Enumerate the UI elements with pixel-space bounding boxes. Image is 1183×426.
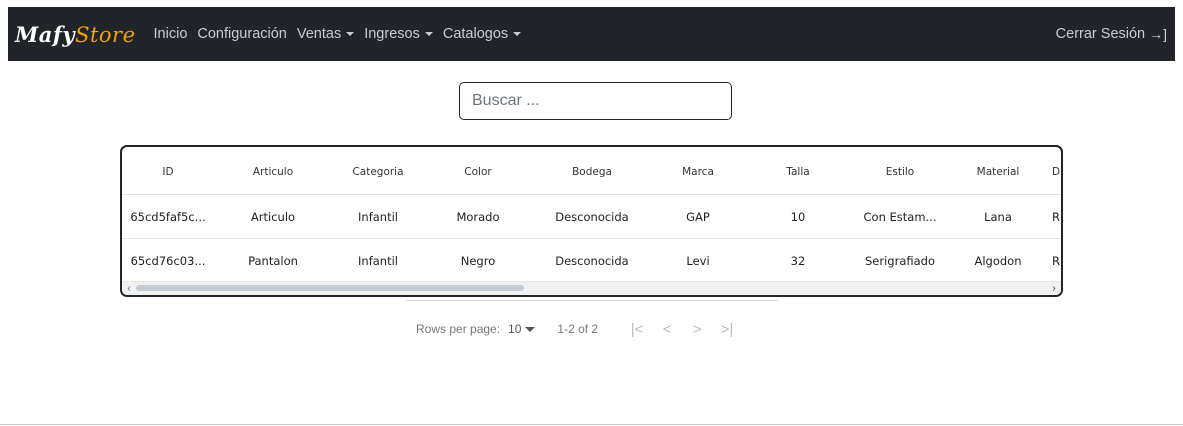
cell-talla: 10 xyxy=(790,209,806,224)
brand-name-part1: Mafy xyxy=(15,21,76,47)
products-table: ID Articulo Categoria Color Bodega Marca… xyxy=(120,145,1063,297)
cell-estilo: Con Estam... xyxy=(863,209,937,224)
pagination: Rows per page: 10 1-2 of 2 |< < > >| xyxy=(416,319,742,339)
nav-catalogos-label: Catalogos xyxy=(442,26,509,42)
cell-categoria: Infantil xyxy=(358,254,398,268)
nav-ingresos-label: Ingresos xyxy=(364,26,420,42)
logout-label: Cerrar Sesión xyxy=(1055,26,1146,42)
column-header-estilo[interactable]: Estilo xyxy=(852,149,948,194)
column-header-categoria[interactable]: Categoria xyxy=(332,149,424,194)
column-header-material[interactable]: Material xyxy=(948,149,1048,194)
pagination-range: 1-2 of 2 xyxy=(557,322,599,336)
sign-out-icon: →] xyxy=(1149,26,1167,42)
caret-down-icon[interactable] xyxy=(525,326,536,332)
nav-links: Inicio Configuración Ventas Ingresos Cat… xyxy=(154,26,532,42)
table-row[interactable]: 65cd5faf5c... Articulo Infantil Morado D… xyxy=(122,195,1061,239)
column-header-bodega[interactable]: Bodega xyxy=(532,149,652,194)
nav-ingresos-dropdown[interactable]: Ingresos xyxy=(364,26,433,42)
previous-page-icon[interactable]: < xyxy=(652,321,682,338)
cell-talla: 32 xyxy=(790,254,806,268)
caret-down-icon xyxy=(513,32,522,36)
scrollbar-thumb[interactable] xyxy=(136,285,524,291)
cell-articulo: Articulo xyxy=(250,209,296,224)
column-header-marca[interactable]: Marca xyxy=(652,149,744,194)
horizontal-scrollbar[interactable]: ‹ › xyxy=(122,281,1061,295)
column-header-di[interactable]: Di xyxy=(1048,149,1061,194)
brand-logo[interactable]: MafyStore xyxy=(15,22,136,47)
pagination-divider xyxy=(406,300,778,301)
cell-color: Morado xyxy=(456,209,500,224)
rows-per-page-label: Rows per page: xyxy=(416,322,501,336)
brand-name-part2: Store xyxy=(75,22,136,47)
nav-configuracion-label: Configuración xyxy=(197,26,287,42)
nav-inicio-label: Inicio xyxy=(153,26,188,42)
column-header-talla[interactable]: Talla xyxy=(744,149,852,194)
nav-ventas-label: Ventas xyxy=(296,26,342,42)
cell-id: 65cd76c03... xyxy=(130,254,206,268)
first-page-icon[interactable]: |< xyxy=(622,321,652,338)
cell-bodega: Desconocida xyxy=(555,209,629,224)
cell-color: Negro xyxy=(460,254,496,268)
nav-catalogos-dropdown[interactable]: Catalogos xyxy=(442,26,522,42)
caret-down-icon xyxy=(424,32,433,36)
cell-marca: Levi xyxy=(686,254,710,268)
scroll-left-arrow-icon[interactable]: ‹ xyxy=(124,282,134,295)
nav-inicio[interactable]: Inicio xyxy=(154,26,188,42)
table-header-row: ID Articulo Categoria Color Bodega Marca… xyxy=(122,149,1061,195)
cell-id: 65cd5faf5c... xyxy=(130,209,206,224)
column-header-color[interactable]: Color xyxy=(424,149,532,194)
table-row[interactable]: 65cd76c03... Pantalon Infantil Negro Des… xyxy=(122,239,1061,283)
cell-bodega: Desconocida xyxy=(555,254,629,268)
caret-down-icon xyxy=(346,32,355,36)
cell-estilo: Serigrafiado xyxy=(865,254,935,268)
scroll-right-arrow-icon[interactable]: › xyxy=(1049,282,1059,295)
footer-divider xyxy=(0,424,1183,425)
next-page-icon[interactable]: > xyxy=(682,321,712,338)
nav-configuracion[interactable]: Configuración xyxy=(197,26,286,42)
column-header-id[interactable]: ID xyxy=(122,149,214,194)
cell-marca: GAP xyxy=(686,209,710,224)
cell-articulo: Pantalon xyxy=(248,254,298,268)
cell-di: R xyxy=(1052,254,1060,268)
search-input[interactable] xyxy=(459,82,732,120)
nav-ventas-dropdown[interactable]: Ventas xyxy=(296,26,355,42)
cell-material: Lana xyxy=(984,209,1012,224)
cell-di: R xyxy=(1052,209,1060,224)
column-header-articulo[interactable]: Articulo xyxy=(214,149,332,194)
last-page-icon[interactable]: >| xyxy=(712,321,742,338)
top-navbar: MafyStore Inicio Configuración Ventas In… xyxy=(8,7,1175,61)
logout-button[interactable]: Cerrar Sesión →] xyxy=(1056,26,1167,42)
cell-categoria: Infantil xyxy=(358,209,398,224)
rows-per-page-select[interactable]: 10 xyxy=(508,322,521,336)
table-viewport: ID Articulo Categoria Color Bodega Marca… xyxy=(122,147,1061,283)
cell-material: Algodon xyxy=(974,254,1022,268)
